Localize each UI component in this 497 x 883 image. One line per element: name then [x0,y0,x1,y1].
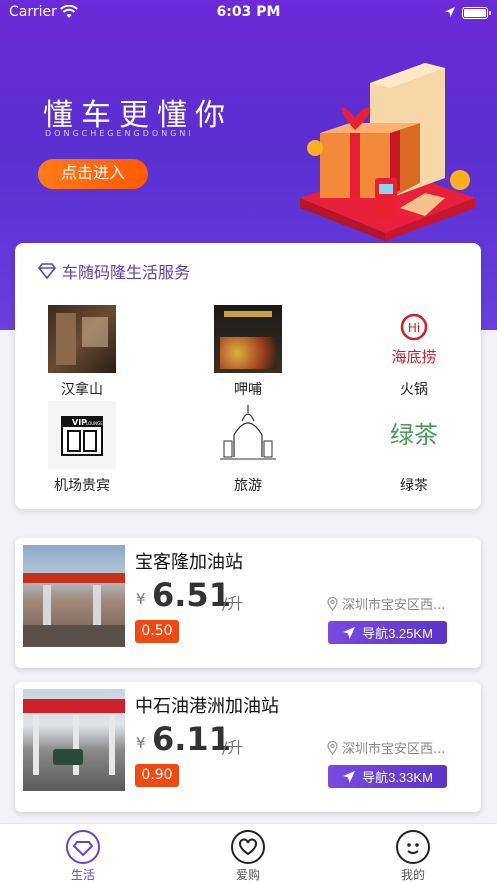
gas-station-card[interactable]: 中石油港洲加油站 ¥ 6.11 /升 0.90 深圳市宝安区西... 导航3.3… [15,682,481,812]
service-label: 绿茶 [400,478,428,494]
services-title: 车随码隆生活服务 [62,263,191,282]
diamond-icon [66,830,100,864]
navigate-button[interactable]: 导航3.33KM [328,765,447,788]
service-item-travel[interactable]: 旅游 [193,401,303,495]
navigation-arrow-icon [343,770,356,783]
service-label: 火锅 [400,382,428,398]
address-text: 深圳市宝安区西... [342,598,446,613]
navigation-arrow-icon [343,626,356,639]
fuel-price: 6.51 [152,576,231,614]
currency-symbol: ¥ [136,734,146,752]
cathedral-sketch-icon [220,405,276,460]
haidilao-logo-icon: Hi 海底捞 [380,305,448,373]
status-bar: Carrier 6:03 PM [0,0,497,26]
tab-label: 爱购 [235,868,260,882]
profile-icon [396,830,430,864]
station-address: 深圳市宝安区西... [327,594,445,613]
service-label: 汉拿山 [61,382,103,398]
service-label: 呷哺 [234,382,262,398]
service-item-hannashan[interactable]: 汉拿山 [27,305,137,399]
service-item-airport-vip[interactable]: VIP LOUNGE 机场贵宾 [27,401,137,495]
discount-badge: 0.90 [135,764,179,787]
enter-button[interactable]: 点击进入 [38,159,148,189]
tab-label: 我的 [400,868,425,882]
heart-icon [231,830,265,864]
diamond-icon [38,263,56,279]
green-tea-logo-icon: 绿茶 [380,401,448,469]
haidilao-mark-icon: Hi 海底捞 [391,313,437,366]
haidilao-text: 海底捞 [391,348,436,366]
clock: 6:03 PM [216,4,281,20]
xiabu-thumbnail [214,305,282,373]
price-unit: /升 [222,594,244,613]
tab-life[interactable]: 生活 [43,830,123,883]
svg-text:Hi: Hi [408,321,420,335]
fuel-price: 6.11 [152,720,231,758]
tab-bar: 生活 爱购 我的 [0,823,497,883]
navigate-button[interactable]: 导航3.25KM [328,621,447,644]
station-photo [23,545,125,647]
cathedral-icon [214,401,282,469]
vip-lounge-icon: VIP LOUNGE [48,401,116,469]
price-unit: /升 [222,738,244,757]
tab-label: 生活 [70,868,95,882]
station-name: 宝客隆加油站 [135,552,243,573]
location-arrow-icon [445,7,455,17]
lounge-text: LOUNGE [86,421,103,426]
discount-badge: 0.50 [135,620,179,643]
services-card: 车随码隆生活服务 汉拿山 呷哺 Hi 海底捞 火锅 VIP LOUNGE 机场贵… [15,243,481,509]
station-photo [23,689,125,791]
service-label: 机场贵宾 [54,478,110,494]
services-header: 车随码隆生活服务 [38,260,190,282]
green-tea-mark-icon: 绿茶 [390,421,438,449]
navigate-label: 导航3.33KM [362,770,433,785]
banner-title: 懂车更懂你 [43,98,233,133]
location-pin-icon [327,740,338,755]
station-address: 深圳市宝安区西... [327,738,445,757]
service-label: 旅游 [234,478,262,494]
service-item-xiabu[interactable]: 呷哺 [193,305,303,399]
banner-subtitle: DONGCHEGENGDONGNI [45,129,194,138]
vip-text: VIP [72,418,87,427]
service-item-hotpot[interactable]: Hi 海底捞 火锅 [359,305,469,399]
gas-station-card[interactable]: 宝客隆加油站 ¥ 6.51 /升 0.50 深圳市宝安区西... 导航3.25K… [15,538,481,668]
currency-symbol: ¥ [136,590,146,608]
lvcha-text: 绿茶 [390,421,438,449]
location-pin-icon [327,596,338,611]
service-item-green-tea[interactable]: 绿茶 绿茶 [359,401,469,495]
gift-illustration [300,63,475,241]
navigate-label: 导航3.25KM [362,626,433,641]
tab-profile[interactable]: 我的 [373,830,453,883]
tab-shopping[interactable]: 爱购 [208,830,288,883]
hannashan-thumbnail [48,305,116,373]
vip-lounge-mark-icon: VIP LOUNGE [61,416,103,456]
station-name: 中石油港洲加油站 [135,696,279,717]
address-text: 深圳市宝安区西... [342,742,446,757]
battery-icon [462,7,491,19]
